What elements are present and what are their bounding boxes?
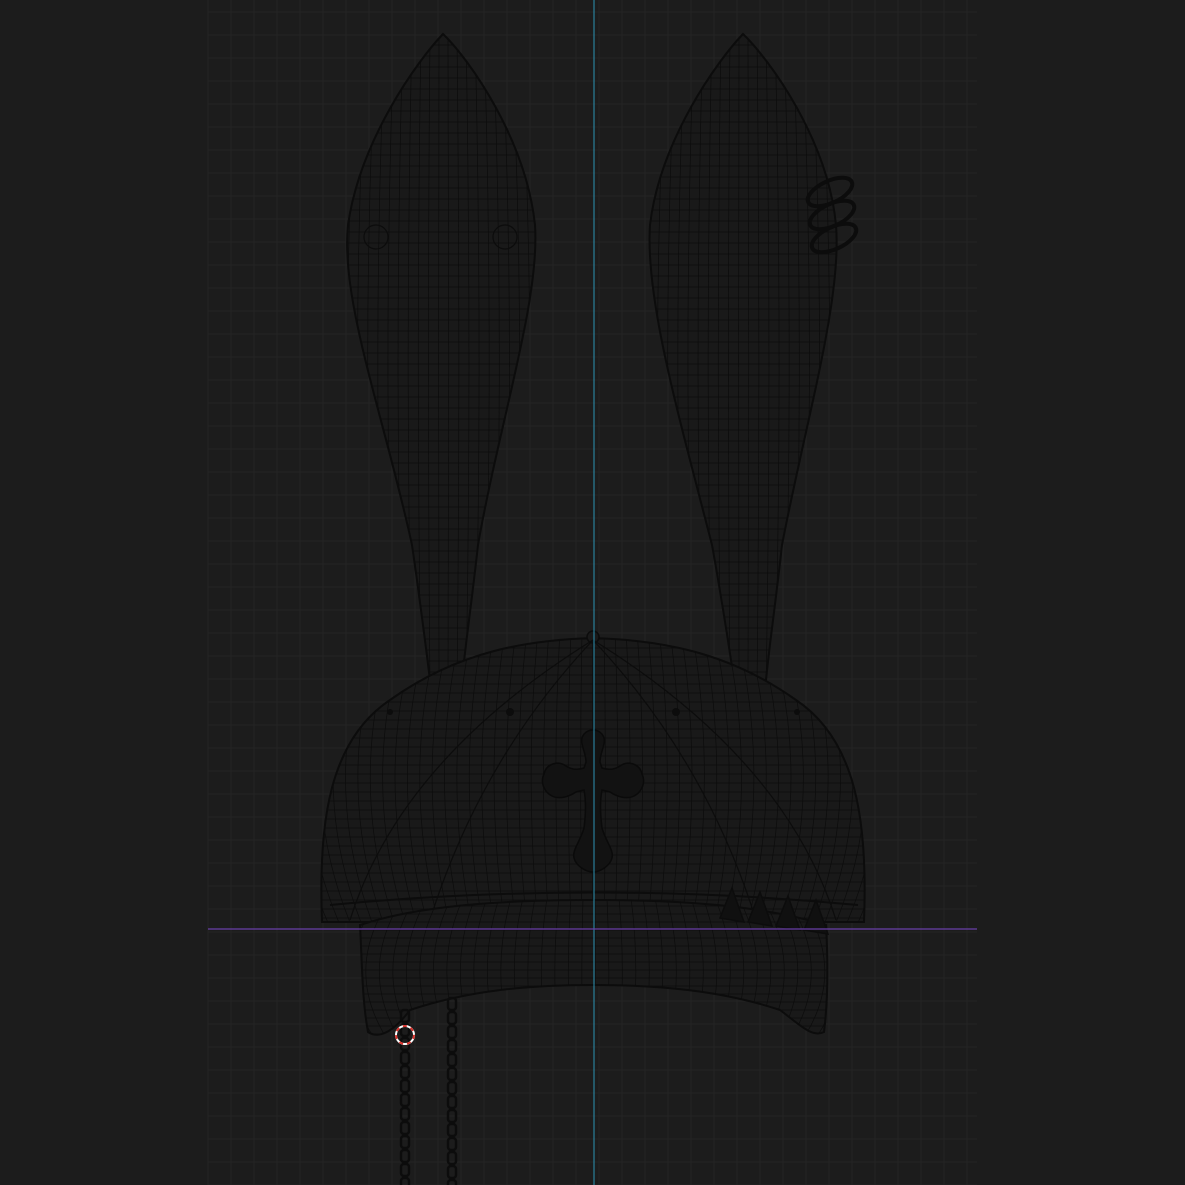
mesh-edge <box>538 34 550 690</box>
3d-viewport[interactable] <box>0 0 1185 1185</box>
viewport-canvas[interactable] <box>0 0 1185 1185</box>
mesh-edge <box>627 34 640 690</box>
floor-grid <box>207 0 977 1185</box>
chain-2 <box>446 996 458 1185</box>
mesh-edge <box>519 34 531 680</box>
chain-1 <box>399 1008 411 1185</box>
mesh-edge <box>347 34 359 680</box>
left-ear-mesh[interactable] <box>327 32 550 690</box>
mesh-edge <box>637 34 649 690</box>
dome-rivet-2 <box>672 708 680 716</box>
dome-rivet-3 <box>387 709 393 715</box>
dome-rivet-4 <box>794 709 800 715</box>
mesh-edge <box>347 34 350 680</box>
mesh-edge <box>868 630 902 925</box>
mesh-edge <box>327 34 340 690</box>
mesh-edge <box>828 34 837 680</box>
mesh-edge <box>284 630 318 925</box>
mesh-edge <box>649 34 659 680</box>
mesh-edge <box>838 34 850 690</box>
mesh-edge <box>528 34 536 680</box>
dome-rivet-1 <box>506 708 514 716</box>
right-ear-mesh[interactable] <box>627 32 860 690</box>
